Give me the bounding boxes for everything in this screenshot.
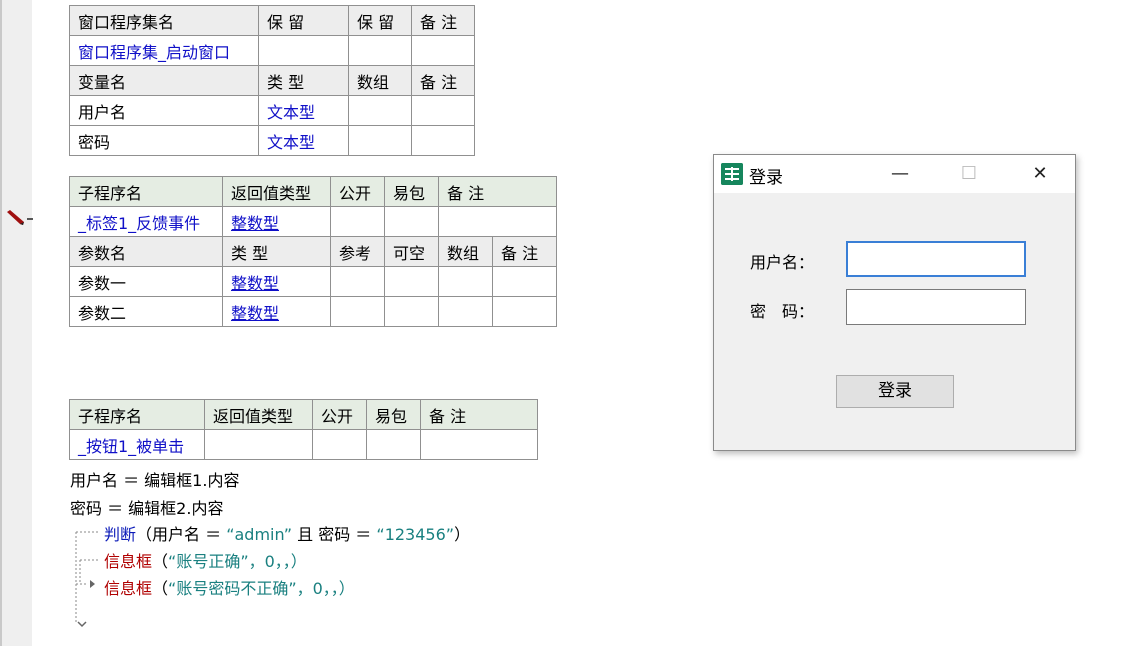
password-label: 密 码： xyxy=(750,302,815,321)
cell[interactable] xyxy=(384,266,439,297)
header-cell: 参数名 xyxy=(69,236,223,267)
cell[interactable] xyxy=(438,206,557,237)
variable-name-cell[interactable]: 密码 xyxy=(69,125,259,156)
args: ，0，，） xyxy=(248,552,307,571)
close-button[interactable]: ✕ xyxy=(1017,155,1063,193)
cell[interactable] xyxy=(411,35,475,66)
msgbox-keyword: 信息框 xyxy=(104,579,153,598)
header-cell: 参考 xyxy=(330,236,385,267)
if-close: ） xyxy=(454,525,471,544)
return-type-cell[interactable]: 整数型 xyxy=(222,206,331,237)
cell[interactable] xyxy=(438,296,493,327)
subroutine-table-button: 子程序名 返回值类型 公开 易包 备 注 _按钮1_被单击 xyxy=(69,399,538,460)
minimize-button[interactable]: — xyxy=(877,155,923,193)
header-cell: 备 注 xyxy=(492,236,557,267)
header-cell: 子程序名 xyxy=(69,399,205,430)
assembly-table: 窗口程序集名 保 留 保 留 备 注 窗口程序集_启动窗口 变量名 类 型 数组… xyxy=(69,5,475,156)
cell[interactable] xyxy=(411,95,475,126)
code-line-password-assign[interactable]: 密码 ＝ 编辑框2.内容 xyxy=(70,495,223,519)
flow-lines xyxy=(75,531,100,628)
string-literal: “账号正确” xyxy=(168,552,249,571)
code-line-msgbox-fail[interactable]: 信息框（“账号密码不正确”，0，，） xyxy=(104,575,355,599)
cell[interactable] xyxy=(330,266,385,297)
header-cell: 备 注 xyxy=(420,399,538,430)
subroutine-name-cell[interactable]: _按钮1_被单击 xyxy=(69,429,205,460)
assembly-name-cell[interactable]: 窗口程序集_启动窗口 xyxy=(69,35,259,66)
header-cell: 子程序名 xyxy=(69,176,223,207)
dialog-titlebar[interactable]: 登录 — ☐ ✕ xyxy=(714,155,1075,193)
username-label: 用户名： xyxy=(750,253,815,272)
code-line-msgbox-success[interactable]: 信息框（“账号正确”，0，，） xyxy=(104,548,307,572)
param-type-cell[interactable]: 整数型 xyxy=(222,266,331,297)
login-dialog: 登录 — ☐ ✕ 用户名： 密 码： 登录 xyxy=(713,154,1076,451)
variable-name-cell[interactable]: 用户名 xyxy=(69,95,259,126)
variable-type-cell[interactable]: 文本型 xyxy=(258,95,349,126)
password-input[interactable] xyxy=(846,289,1026,325)
cell[interactable] xyxy=(312,429,367,460)
table-row: 参数一 整数型 xyxy=(69,266,557,297)
table-row: 用户名 文本型 xyxy=(69,95,475,126)
table-row: 参数二 整数型 xyxy=(69,296,557,327)
string-literal: “账号密码不正确” xyxy=(168,579,297,598)
header-cell: 易包 xyxy=(366,399,421,430)
paren: （ xyxy=(152,552,169,571)
string-literal: “admin” xyxy=(226,525,293,544)
header-cell: 数组 xyxy=(438,236,493,267)
header-cell: 公开 xyxy=(330,176,385,207)
cell[interactable] xyxy=(330,206,385,237)
code-line-if[interactable]: 判断（用户名 ＝ “admin” 且 密码 ＝ “123456”） xyxy=(104,521,470,545)
header-cell: 返回值类型 xyxy=(204,399,313,430)
header-cell: 变量名 xyxy=(69,65,259,96)
if-condition: （用户名 ＝ xyxy=(136,525,227,544)
cell[interactable] xyxy=(348,125,412,156)
editor-gutter xyxy=(0,0,32,646)
subroutine-table-label: 子程序名 返回值类型 公开 易包 备 注 _标签1_反馈事件 整数型 参数名 类… xyxy=(69,176,557,327)
param-type-cell[interactable]: 整数型 xyxy=(222,296,331,327)
paren: （ xyxy=(152,579,169,598)
header-cell: 易包 xyxy=(384,176,439,207)
header-cell: 备 注 xyxy=(438,176,557,207)
args: ，0，，） xyxy=(296,579,355,598)
cell[interactable] xyxy=(366,429,421,460)
header-cell: 可空 xyxy=(384,236,439,267)
cell[interactable] xyxy=(492,266,557,297)
header-cell: 备 注 xyxy=(411,65,475,96)
header-cell: 类 型 xyxy=(258,65,349,96)
table-row: 密码 文本型 xyxy=(69,125,475,156)
param-name-cell[interactable]: 参数二 xyxy=(69,296,223,327)
cell[interactable] xyxy=(258,35,349,66)
variable-type-cell[interactable]: 文本型 xyxy=(258,125,349,156)
cell[interactable] xyxy=(438,266,493,297)
if-condition: 且 密码 ＝ xyxy=(292,525,377,544)
header-cell: 保 留 xyxy=(348,5,412,36)
cell[interactable] xyxy=(384,206,439,237)
header-cell: 返回值类型 xyxy=(222,176,331,207)
cell[interactable] xyxy=(492,296,557,327)
breakpoint-pen-icon[interactable] xyxy=(6,209,34,227)
header-cell: 保 留 xyxy=(258,5,349,36)
username-input[interactable] xyxy=(846,241,1026,277)
header-cell: 数组 xyxy=(348,65,412,96)
header-cell: 类 型 xyxy=(222,236,331,267)
maximize-button[interactable]: ☐ xyxy=(946,155,992,193)
cell[interactable] xyxy=(348,35,412,66)
header-cell: 公开 xyxy=(312,399,367,430)
cell[interactable] xyxy=(330,296,385,327)
cell[interactable] xyxy=(420,429,538,460)
cell[interactable] xyxy=(384,296,439,327)
string-literal: “123456” xyxy=(376,525,455,544)
cell[interactable] xyxy=(411,125,475,156)
cell[interactable] xyxy=(348,95,412,126)
app-icon xyxy=(721,163,743,185)
cell[interactable] xyxy=(204,429,313,460)
if-keyword: 判断 xyxy=(104,525,137,544)
code-line-username-assign[interactable]: 用户名 ＝ 编辑框1.内容 xyxy=(70,467,239,491)
header-cell: 窗口程序集名 xyxy=(69,5,259,36)
header-cell: 备 注 xyxy=(411,5,475,36)
login-button[interactable]: 登录 xyxy=(836,375,954,408)
subroutine-name-cell[interactable]: _标签1_反馈事件 xyxy=(69,206,223,237)
param-name-cell[interactable]: 参数一 xyxy=(69,266,223,297)
msgbox-keyword: 信息框 xyxy=(104,552,153,571)
dialog-title: 登录 xyxy=(749,168,783,188)
